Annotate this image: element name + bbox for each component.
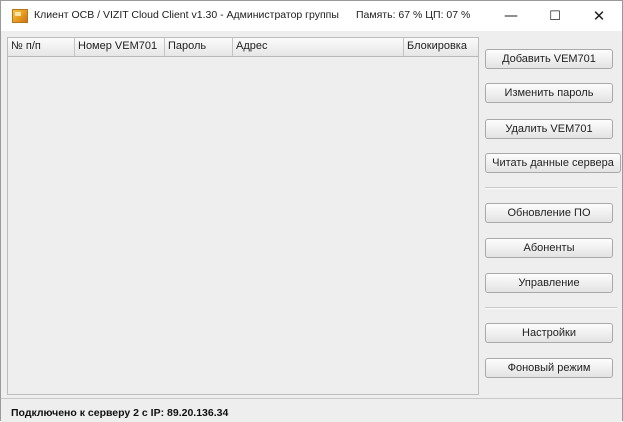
column-header-vem-number[interactable]: Номер VEM701 [75, 38, 165, 56]
table-header: № п/п Номер VEM701 Пароль Адрес Блокиров… [8, 38, 478, 57]
control-button[interactable]: Управление [485, 273, 613, 293]
devices-table[interactable]: № п/п Номер VEM701 Пароль Адрес Блокиров… [7, 37, 479, 395]
main-window: Клиент ОСВ / VIZIT Cloud Client v1.30 - … [0, 0, 623, 422]
separator [485, 187, 617, 189]
close-icon[interactable]: ✕ [577, 1, 621, 31]
column-header-password[interactable]: Пароль [165, 38, 233, 56]
separator [485, 307, 617, 309]
table-body[interactable] [8, 57, 478, 394]
delete-vem701-button[interactable]: Удалить VEM701 [485, 119, 613, 139]
connection-status: Подключено к серверу 2 с IP: 89.20.136.3… [11, 407, 229, 419]
settings-button[interactable]: Настройки [485, 323, 613, 343]
background-mode-button[interactable]: Фоновый режим [485, 358, 613, 378]
software-update-button[interactable]: Обновление ПО [485, 203, 613, 223]
app-icon [12, 9, 28, 23]
column-header-number[interactable]: № п/п [8, 38, 75, 56]
read-server-data-button[interactable]: Читать данные сервера [485, 153, 621, 173]
subscribers-button[interactable]: Абоненты [485, 238, 613, 258]
resource-stats: Память: 67 % ЦП: 07 % [356, 9, 471, 21]
maximize-icon[interactable]: ☐ [533, 1, 577, 31]
column-header-lock[interactable]: Блокировка [404, 38, 478, 56]
window-title: Клиент ОСВ / VIZIT Cloud Client v1.30 - … [34, 9, 339, 21]
minimize-icon[interactable]: — [489, 1, 533, 31]
column-header-address[interactable]: Адрес [233, 38, 404, 56]
status-bar: Подключено к серверу 2 с IP: 89.20.136.3… [1, 398, 622, 422]
title-bar[interactable]: Клиент ОСВ / VIZIT Cloud Client v1.30 - … [1, 1, 622, 31]
add-vem701-button[interactable]: Добавить VEM701 [485, 49, 613, 69]
change-password-button[interactable]: Изменить пароль [485, 83, 613, 103]
